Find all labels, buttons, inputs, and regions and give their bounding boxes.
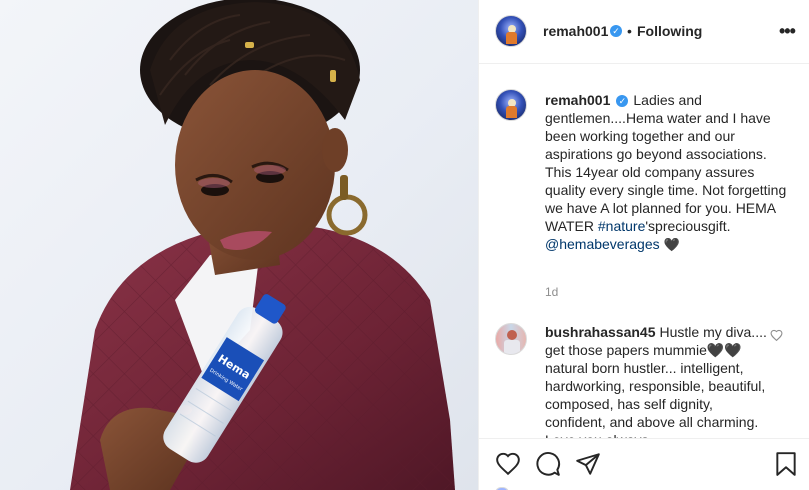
hashtag-suffix: 'spreciousgift.: [645, 218, 731, 234]
comment-text: Hustle my diva.... get those papers mumm…: [545, 324, 767, 438]
commenter-username[interactable]: bushrahassan45: [545, 324, 656, 340]
post-photo[interactable]: Hema Drinking Water: [0, 0, 478, 490]
verified-badge-icon: ✓: [616, 95, 629, 107]
black-heart-emoji: 🖤: [663, 237, 680, 252]
verified-badge-icon: ✓: [610, 25, 622, 37]
comment-item: bushrahassan45 Hustle my diva.... get tho…: [545, 323, 770, 438]
hashtag-link[interactable]: #nature: [598, 218, 645, 234]
comment-bubble-icon[interactable]: [535, 451, 561, 477]
post-timestamp[interactable]: 1d: [545, 285, 558, 299]
post-header: remah001 ✓ • Following •••: [479, 0, 809, 64]
like-heart-icon[interactable]: [495, 451, 521, 477]
mention-link[interactable]: @hemabeverages: [545, 236, 660, 252]
more-options-icon[interactable]: •••: [779, 22, 796, 40]
photo-illustration: Hema Drinking Water: [70, 0, 455, 490]
earring-shape: [326, 194, 368, 236]
separator-dot: •: [627, 23, 632, 39]
comment-like-heart-icon[interactable]: [770, 329, 783, 342]
caption-username[interactable]: remah001: [545, 92, 610, 108]
author-username[interactable]: remah001: [543, 23, 608, 39]
post-caption: remah001 ✓ Ladies and gentlemen....Hema wa…: [545, 91, 795, 254]
caption-text: Ladies and gentlemen....Hema water and I…: [545, 92, 787, 234]
author-avatar[interactable]: [495, 15, 527, 47]
commenter-avatar[interactable]: [495, 323, 527, 355]
post-side-panel: remah001 ✓ • Following ••• remah001 ✓ Ladi…: [478, 0, 809, 490]
caption-author-avatar[interactable]: [495, 89, 527, 121]
following-button[interactable]: Following: [637, 23, 702, 39]
post-actions-bar: [479, 438, 809, 490]
save-bookmark-icon[interactable]: [773, 451, 799, 477]
comments-list[interactable]: remah001 ✓ Ladies and gentlemen....Hema wa…: [479, 65, 809, 438]
share-paper-plane-icon[interactable]: [575, 451, 601, 477]
